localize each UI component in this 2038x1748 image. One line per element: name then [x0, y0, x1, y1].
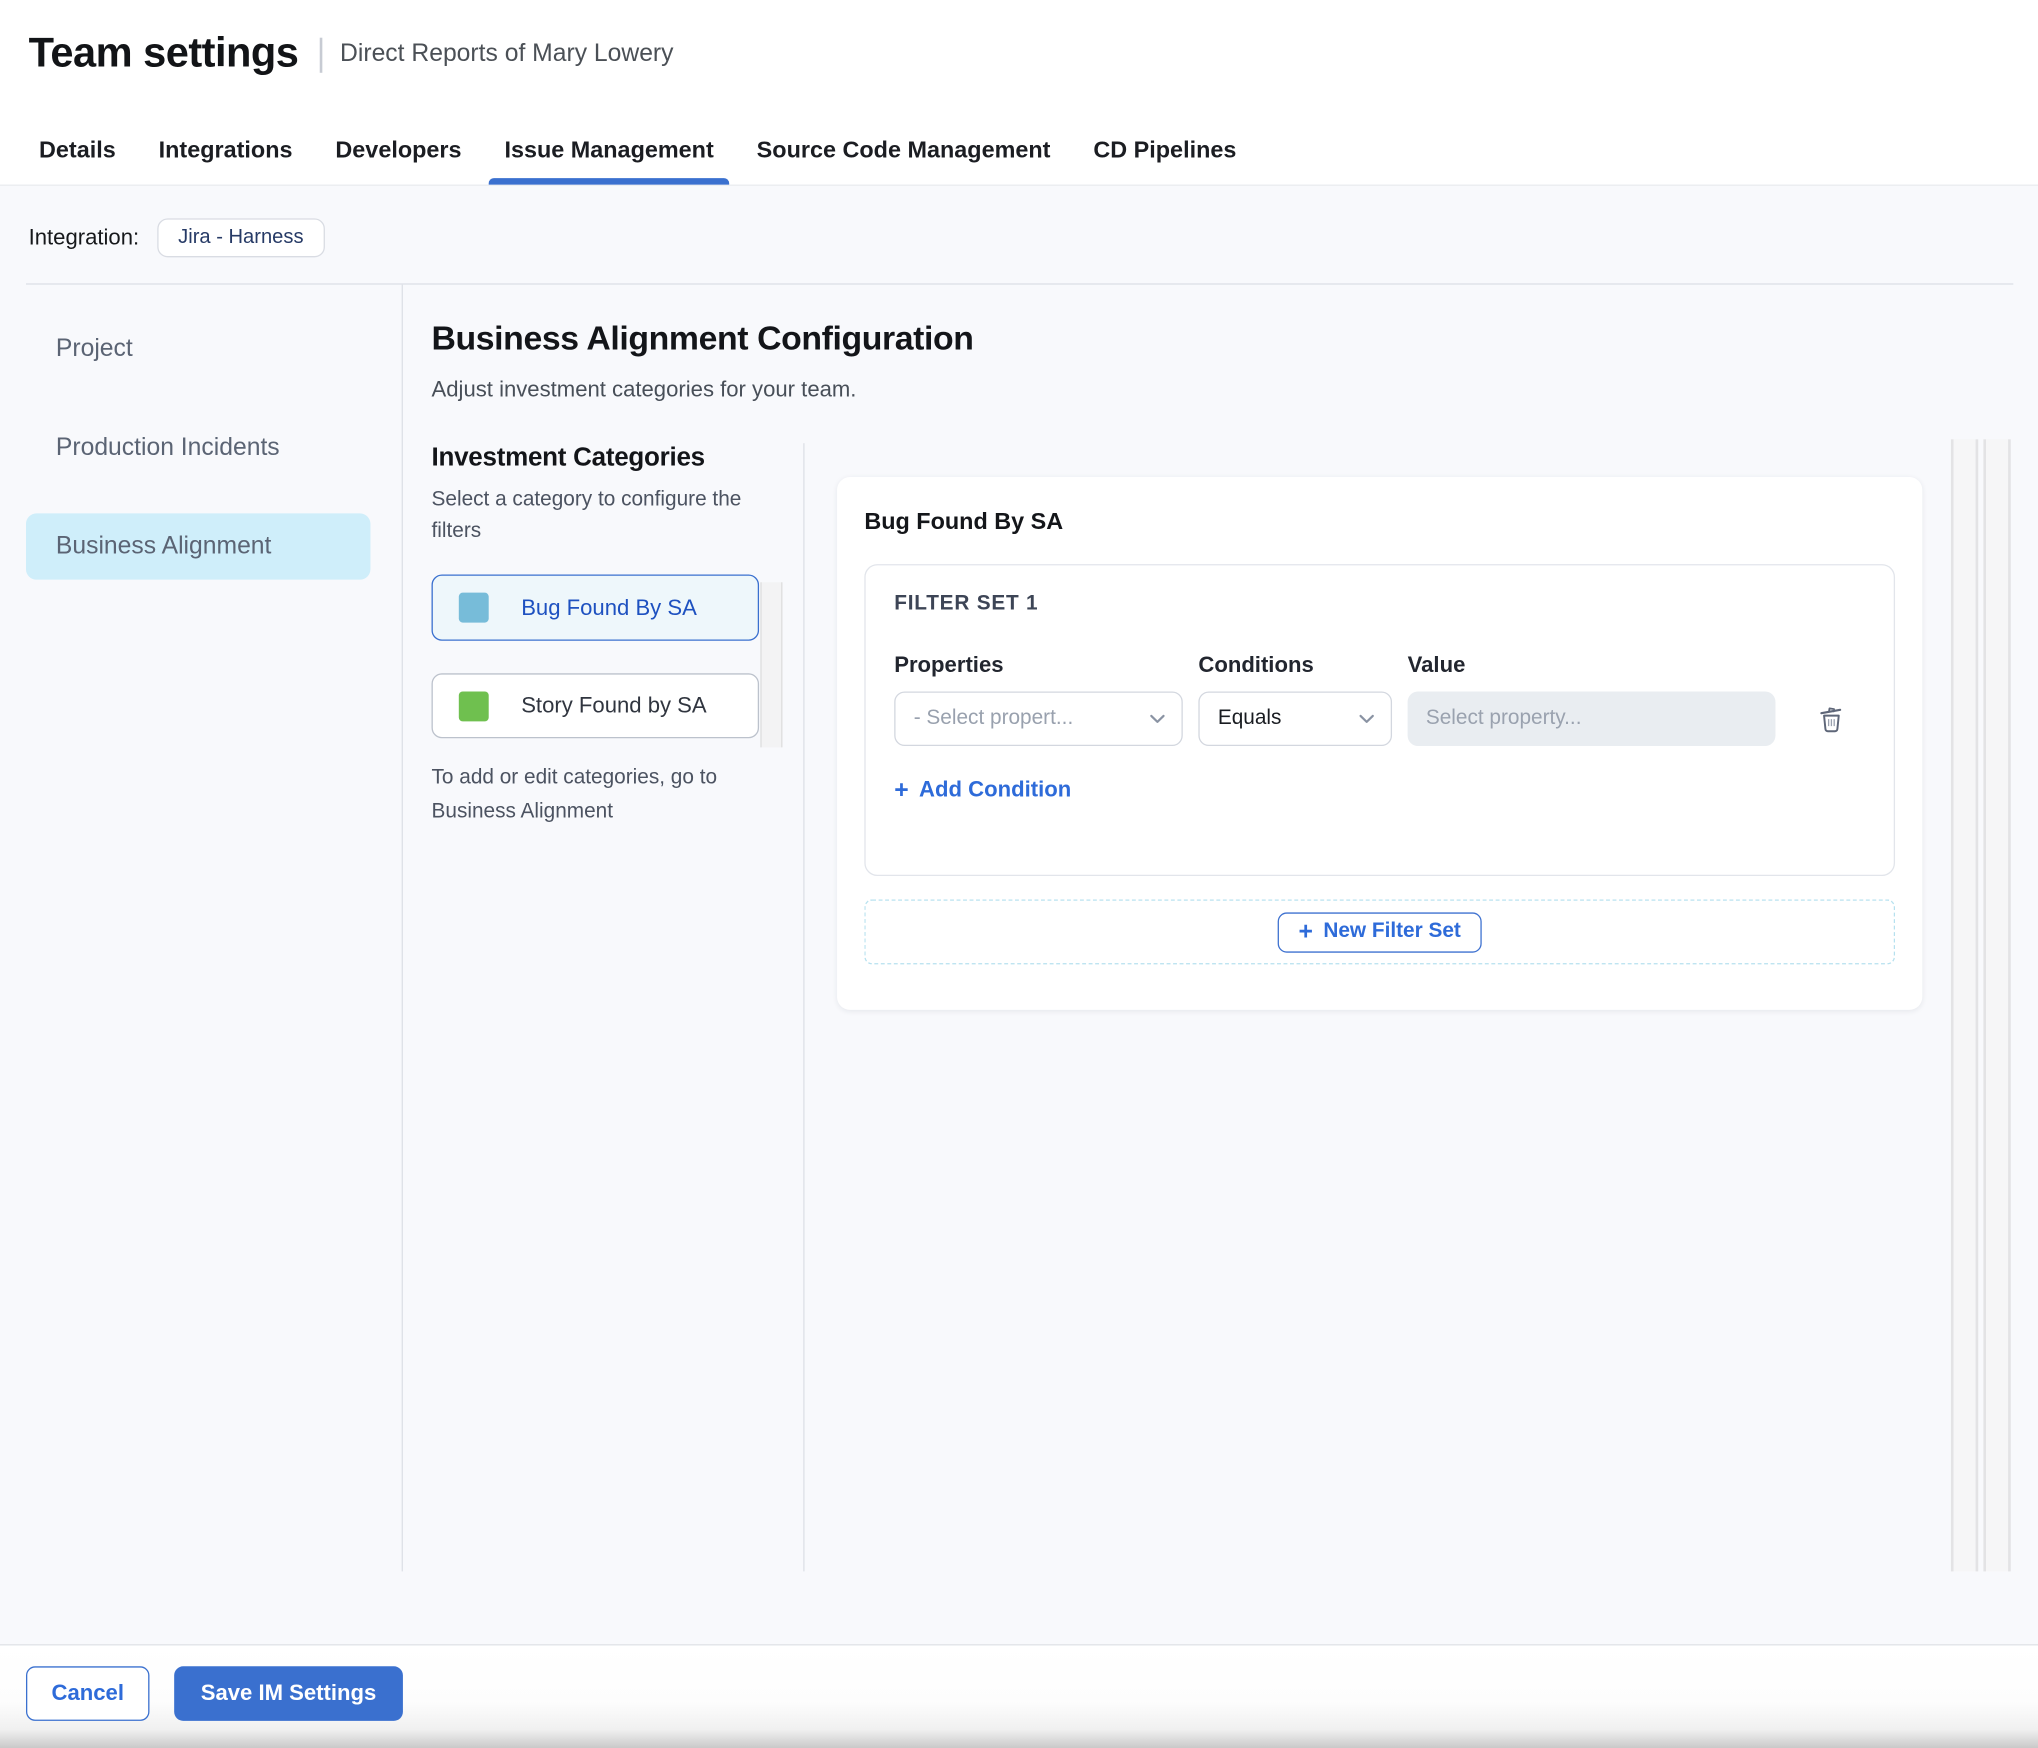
trash-icon — [1819, 707, 1841, 733]
properties-column-header: Properties — [894, 652, 1004, 678]
settings-tabbar: Details Integrations Developers Issue Ma… — [0, 114, 2038, 186]
chevron-down-icon — [1359, 714, 1374, 723]
property-select[interactable]: - Select propert... — [894, 691, 1183, 747]
save-im-settings-button[interactable]: Save IM Settings — [174, 1666, 403, 1721]
tab-integrations[interactable]: Integrations — [159, 114, 293, 184]
section-title: Business Alignment Configuration — [431, 318, 974, 358]
panel-scrollbar-inner[interactable] — [1983, 439, 2011, 1572]
value-column-header: Value — [1407, 652, 1466, 678]
delete-condition-button[interactable] — [1813, 701, 1848, 736]
section-header: Business Alignment Configuration Adjust … — [432, 318, 974, 402]
category-config-card: Bug Found By SA FILTER SET 1 Properties … — [837, 477, 1923, 1010]
value-input[interactable] — [1407, 691, 1776, 747]
filter-column-headers: Properties Conditions Value — [894, 652, 1865, 678]
page-subtitle: Direct Reports of Mary Lowery — [340, 40, 674, 68]
category-list-scrollbar[interactable] — [760, 582, 783, 748]
sidebar-item-project[interactable]: Project — [26, 316, 370, 382]
page-title: Team settings — [28, 28, 299, 76]
integration-label: Integration: — [28, 224, 140, 250]
category-bug-found-by-sa[interactable]: Bug Found By SA — [431, 574, 760, 641]
sidebar-item-business-alignment[interactable]: Business Alignment — [25, 513, 371, 580]
title-separator — [319, 37, 322, 73]
category-label: Story Found by SA — [521, 692, 707, 718]
new-filter-set-label: New Filter Set — [1323, 920, 1461, 943]
filter-condition-row: - Select propert... Equals — [894, 691, 1865, 747]
new-filter-set-zone: + New Filter Set — [864, 899, 1896, 965]
issue-management-panel: Integration: Jira - Harness Project Prod… — [0, 185, 2038, 1646]
tab-developers[interactable]: Developers — [335, 114, 461, 184]
new-filter-set-button[interactable]: + New Filter Set — [1277, 911, 1482, 953]
integration-chip[interactable]: Jira - Harness — [157, 218, 325, 258]
investment-categories: Investment Categories Select a category … — [431, 443, 786, 829]
categories-panel-divider — [803, 443, 805, 1572]
integration-row: Integration: Jira - Harness — [28, 218, 325, 258]
section-subtitle: Adjust investment categories for your te… — [431, 376, 857, 402]
team-settings-page: Team settings Direct Reports of Mary Low… — [0, 0, 2038, 1748]
title-row: Team settings Direct Reports of Mary Low… — [29, 29, 674, 77]
sidebar-divider — [401, 284, 403, 1572]
conditions-column-header: Conditions — [1198, 652, 1314, 678]
tab-cd-pipelines[interactable]: CD Pipelines — [1093, 114, 1236, 184]
category-story-found-by-sa[interactable]: Story Found by SA — [431, 673, 760, 739]
investment-categories-footnote: To add or edit categories, go to Busines… — [431, 766, 718, 823]
investment-categories-hint: Select a category to configure the filte… — [431, 488, 742, 542]
filter-set-label: FILTER SET 1 — [894, 592, 1039, 615]
integration-divider — [25, 283, 2014, 285]
config-card-title: Bug Found By SA — [864, 508, 1064, 535]
footer-bar: Cancel Save IM Settings — [0, 1645, 2038, 1748]
tab-source-code-management[interactable]: Source Code Management — [757, 114, 1051, 184]
filter-set-1: FILTER SET 1 Properties Conditions Value… — [864, 564, 1896, 877]
tab-details[interactable]: Details — [39, 114, 116, 184]
plus-icon: + — [1298, 918, 1313, 946]
condition-select-value: Equals — [1217, 707, 1282, 730]
chevron-down-icon — [1150, 714, 1165, 723]
condition-select[interactable]: Equals — [1198, 691, 1393, 747]
sidebar-item-production-incidents[interactable]: Production Incidents — [26, 415, 370, 481]
add-condition-button[interactable]: + Add Condition — [894, 777, 1071, 803]
investment-categories-heading: Investment Categories — [431, 443, 706, 472]
story-category-swatch-icon — [458, 690, 489, 721]
add-condition-label: Add Condition — [919, 777, 1072, 802]
category-label: Bug Found By SA — [521, 594, 697, 620]
cancel-button[interactable]: Cancel — [25, 1666, 150, 1721]
bug-category-swatch-icon — [458, 592, 489, 623]
property-select-placeholder: - Select propert... — [913, 707, 1074, 730]
plus-icon: + — [894, 776, 909, 804]
page-header: Team settings Direct Reports of Mary Low… — [0, 0, 2038, 115]
tab-issue-management[interactable]: Issue Management — [488, 114, 730, 185]
panel-scrollbar-outer[interactable] — [1950, 439, 1979, 1572]
